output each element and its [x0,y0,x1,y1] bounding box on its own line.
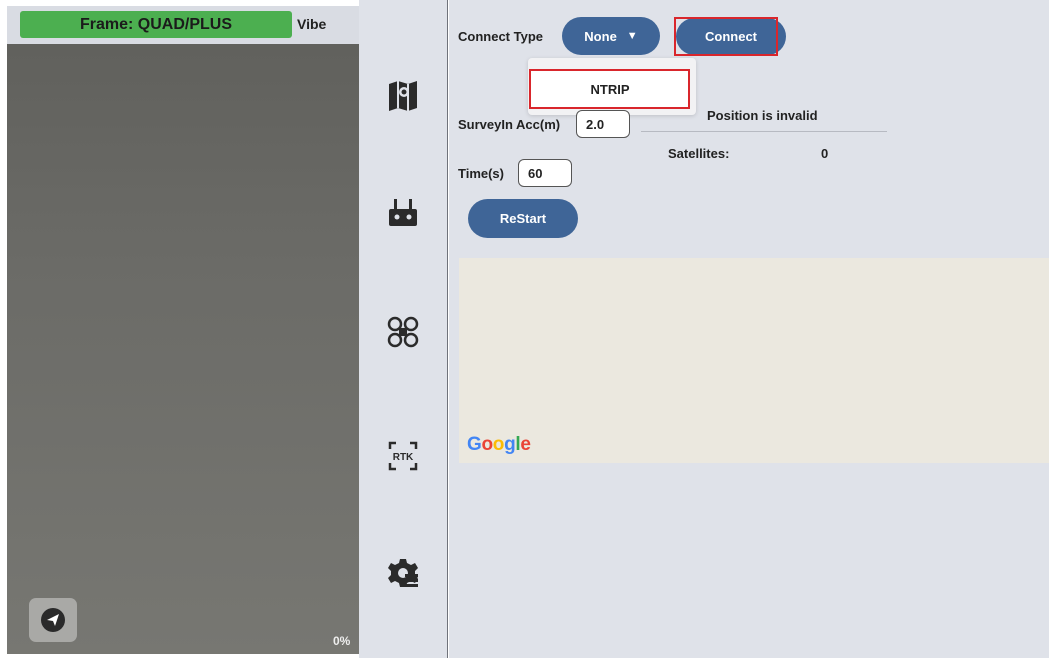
nav-rtk[interactable]: RTK [383,436,423,476]
frame-label: Frame: QUAD/PLUS [79,15,233,33]
nav-drone[interactable] [383,312,423,352]
progress-percent: 0% [333,634,351,648]
survey-acc-input[interactable]: 2.0 [576,110,630,138]
time-label: Time(s) [458,166,504,181]
connect-button-label: Connect [705,29,757,44]
rtk-icon-label: RTK [393,452,414,463]
dropdown-option-ntrip[interactable]: NTRIP [531,71,689,107]
connect-button[interactable]: Connect [676,18,786,55]
nav-remote-controller[interactable] [383,193,423,233]
status-header: Frame: QUAD/PLUS Vibe [7,6,359,44]
paper-plane-icon [41,608,65,632]
connect-type-dropdown: NTRIP [528,58,696,115]
position-status: Position is invalid [707,108,818,123]
chevron-down-icon: ▼ [626,30,638,42]
nav-settings[interactable] [383,553,423,593]
side-nav: RTK [359,0,448,658]
satellites-label: Satellites: [668,146,730,161]
gear-settings-icon [388,559,418,587]
survey-acc-label: SurveyIn Acc(m) [458,117,561,132]
frame-status-badge: Frame: QUAD/PLUS [20,11,292,38]
restart-button-label: ReStart [499,211,547,226]
vibe-label: Vibe [297,16,327,32]
connect-type-label: Connect Type [458,29,543,44]
video-panel: Frame: QUAD/PLUS Vibe 0% [7,6,359,654]
drone-icon [387,316,419,348]
google-logo: Google [467,434,531,455]
rtk-icon: RTK [388,441,418,471]
map-view[interactable]: Google [459,258,1049,463]
satellites-value: 0 [821,146,829,161]
map-icon [389,81,417,111]
restart-button[interactable]: ReStart [468,199,578,238]
nav-map[interactable] [383,75,423,115]
time-value: 60 [528,165,543,181]
connect-type-select[interactable]: None ▼ [562,17,660,55]
connect-type-value: None [584,28,617,44]
send-button[interactable] [29,598,77,642]
remote-controller-icon [389,199,417,226]
time-input[interactable]: 60 [518,159,572,187]
status-divider [641,131,887,132]
dropdown-option-label: NTRIP [590,81,630,97]
survey-acc-value: 2.0 [586,116,605,132]
